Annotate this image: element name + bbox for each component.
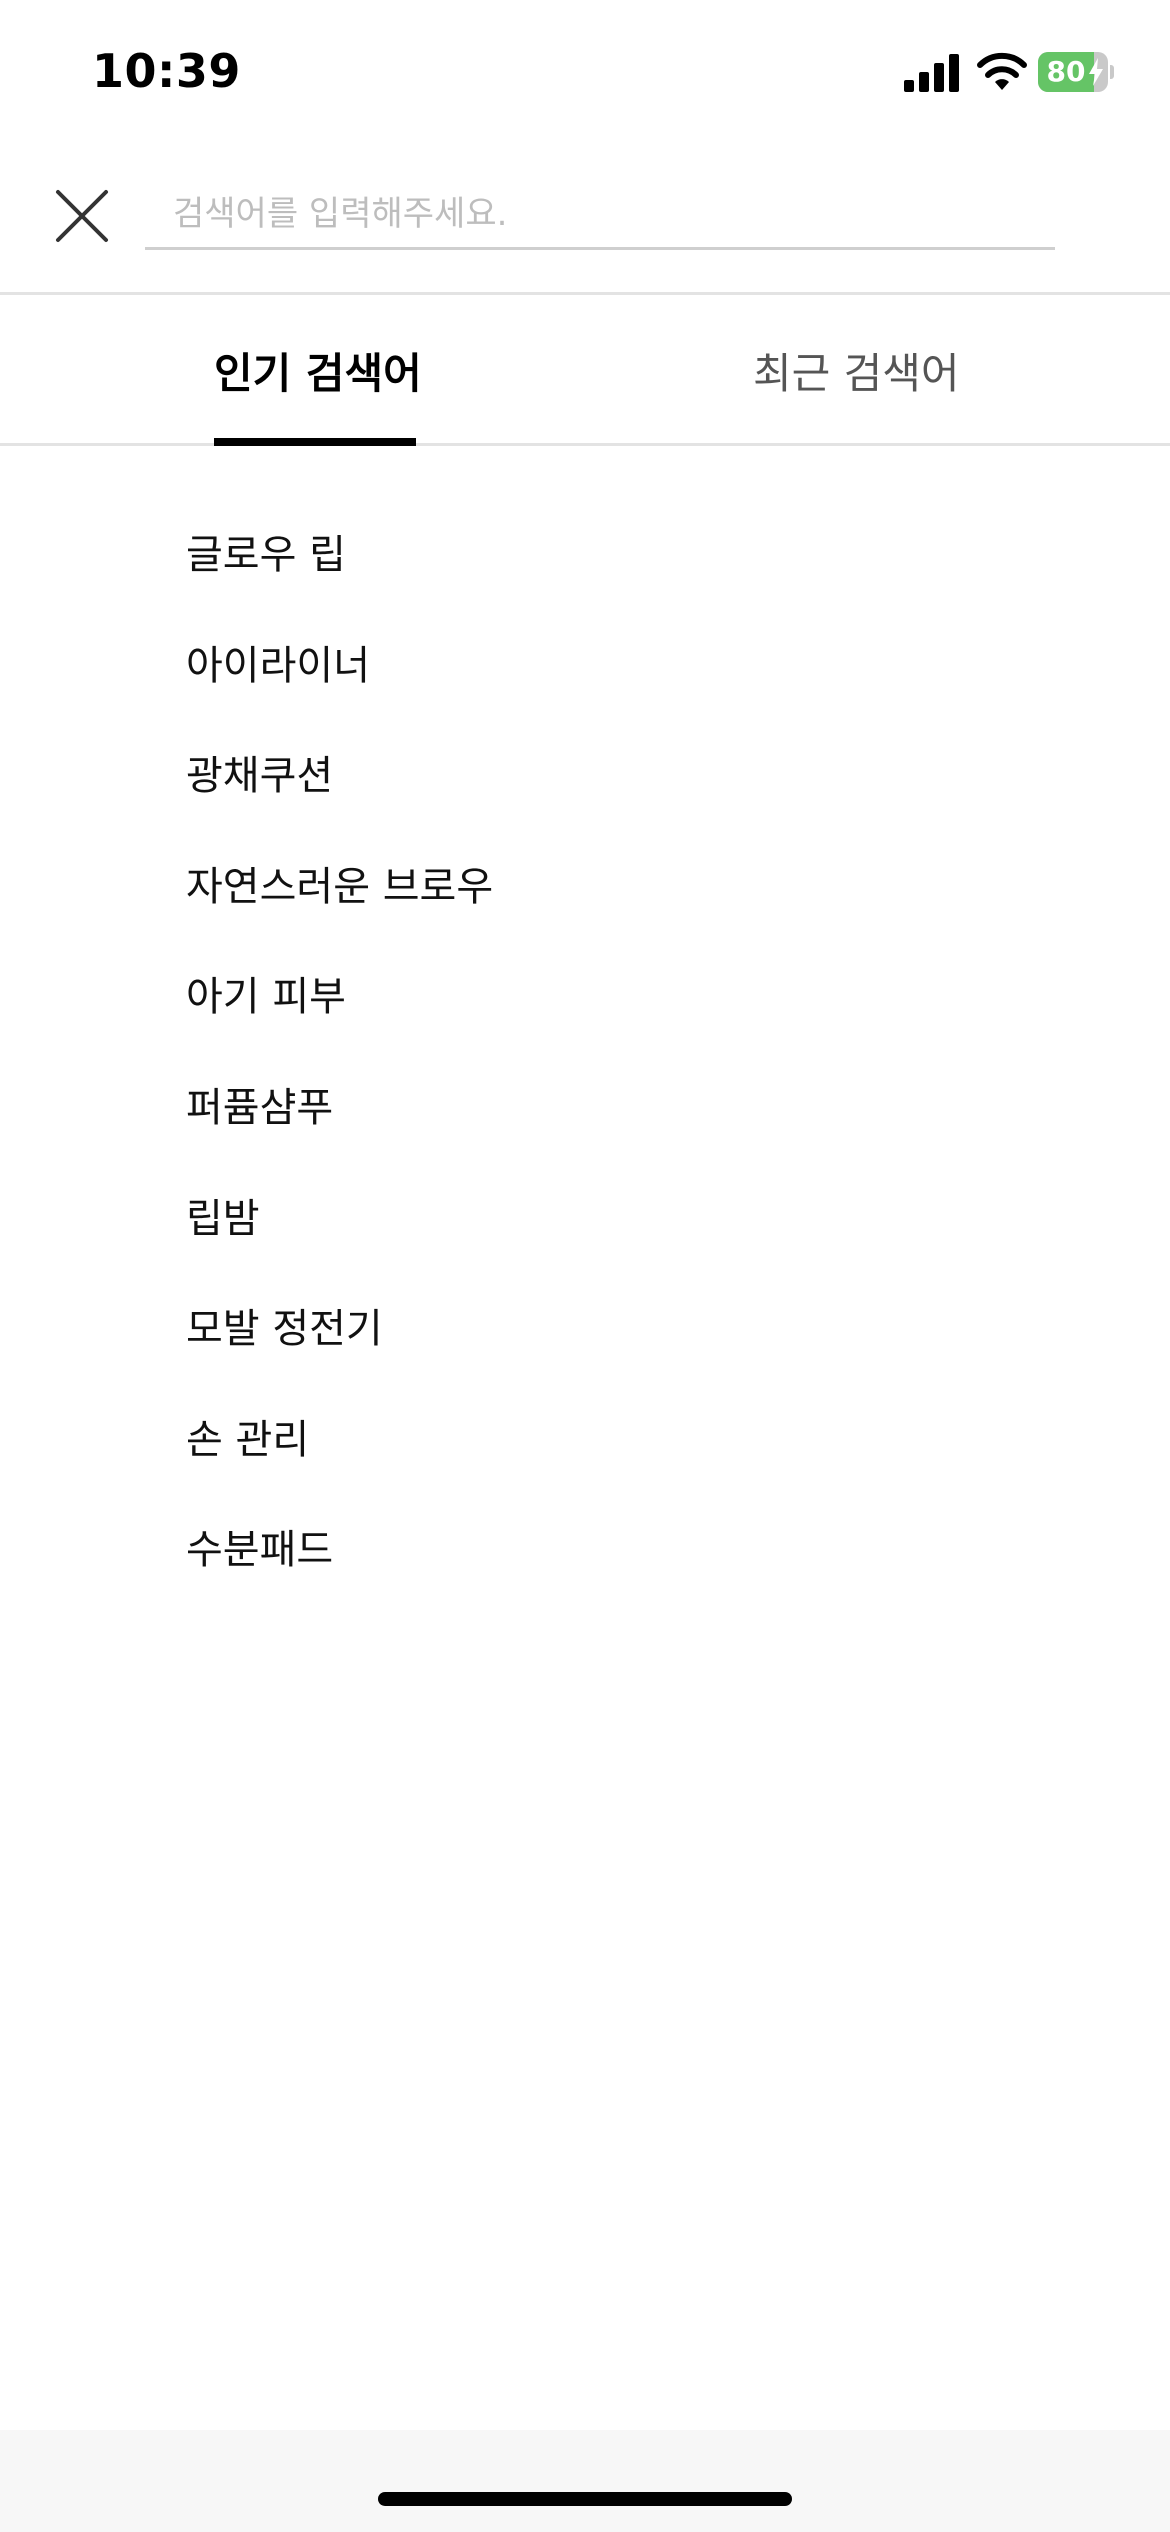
keyword-item[interactable]: 아기 피부 bbox=[0, 912, 1170, 1023]
tab-popular-searches[interactable]: 인기 검색어 bbox=[0, 295, 585, 446]
home-indicator[interactable] bbox=[378, 2492, 792, 2506]
keyword-label: 모발 정전기 bbox=[186, 1306, 383, 1353]
tab-recent-searches[interactable]: 최근 검색어 bbox=[585, 295, 1170, 443]
search-header bbox=[0, 150, 1170, 295]
battery-icon: 80 bbox=[1038, 52, 1114, 92]
keyword-label: 자연스러운 브로우 bbox=[186, 863, 494, 910]
battery-body: 80 bbox=[1038, 52, 1108, 92]
keyword-item[interactable]: 아이라이너 bbox=[0, 581, 1170, 692]
keyword-label: 퍼퓸샴푸 bbox=[186, 1084, 334, 1131]
status-time: 10:39 bbox=[92, 44, 241, 98]
active-tab-indicator bbox=[214, 438, 416, 446]
keyword-item[interactable]: 글로우 립 bbox=[0, 470, 1170, 581]
keyword-item[interactable]: 수분패드 bbox=[0, 1465, 1170, 1576]
keyword-item[interactable]: 광채쿠션 bbox=[0, 691, 1170, 802]
search-tabs: 인기 검색어 최근 검색어 bbox=[0, 295, 1170, 446]
keyword-item[interactable]: 자연스러운 브로우 bbox=[0, 802, 1170, 913]
keyword-label: 광채쿠션 bbox=[186, 753, 334, 800]
keyword-label: 수분패드 bbox=[186, 1527, 334, 1574]
popular-keyword-list: 글로우 립 아이라이너 광채쿠션 자연스러운 브로우 아기 피부 퍼퓸샴푸 립밤… bbox=[0, 470, 1170, 1576]
charging-bolt-icon bbox=[1089, 58, 1103, 86]
status-bar: 10:39 80 bbox=[0, 0, 1170, 150]
wifi-icon bbox=[977, 52, 1027, 90]
tab-recent-label: 최근 검색어 bbox=[753, 349, 960, 398]
keyword-item[interactable]: 모발 정전기 bbox=[0, 1244, 1170, 1355]
keyword-label: 손 관리 bbox=[186, 1416, 310, 1463]
keyword-label: 아이라이너 bbox=[186, 642, 370, 689]
signal-icon bbox=[904, 54, 959, 92]
home-indicator-area bbox=[0, 2430, 1170, 2532]
close-icon bbox=[56, 190, 108, 242]
keyword-label: 글로우 립 bbox=[186, 532, 346, 578]
keyword-item[interactable]: 퍼퓸샴푸 bbox=[0, 1023, 1170, 1134]
search-screen: 10:39 80 검색어를 입력해주세요. 인기 검색어 최근 검색어 글로우 … bbox=[0, 0, 1170, 2532]
keyword-item[interactable]: 손 관리 bbox=[0, 1355, 1170, 1466]
battery-level: 80 bbox=[1046, 55, 1086, 88]
keyword-item[interactable]: 립밤 bbox=[0, 1134, 1170, 1245]
battery-cap bbox=[1110, 65, 1114, 79]
close-button[interactable] bbox=[48, 182, 116, 250]
search-input[interactable] bbox=[145, 180, 1055, 250]
keyword-label: 아기 피부 bbox=[186, 974, 346, 1021]
tab-popular-label: 인기 검색어 bbox=[214, 349, 422, 398]
keyword-label: 립밤 bbox=[186, 1195, 260, 1242]
